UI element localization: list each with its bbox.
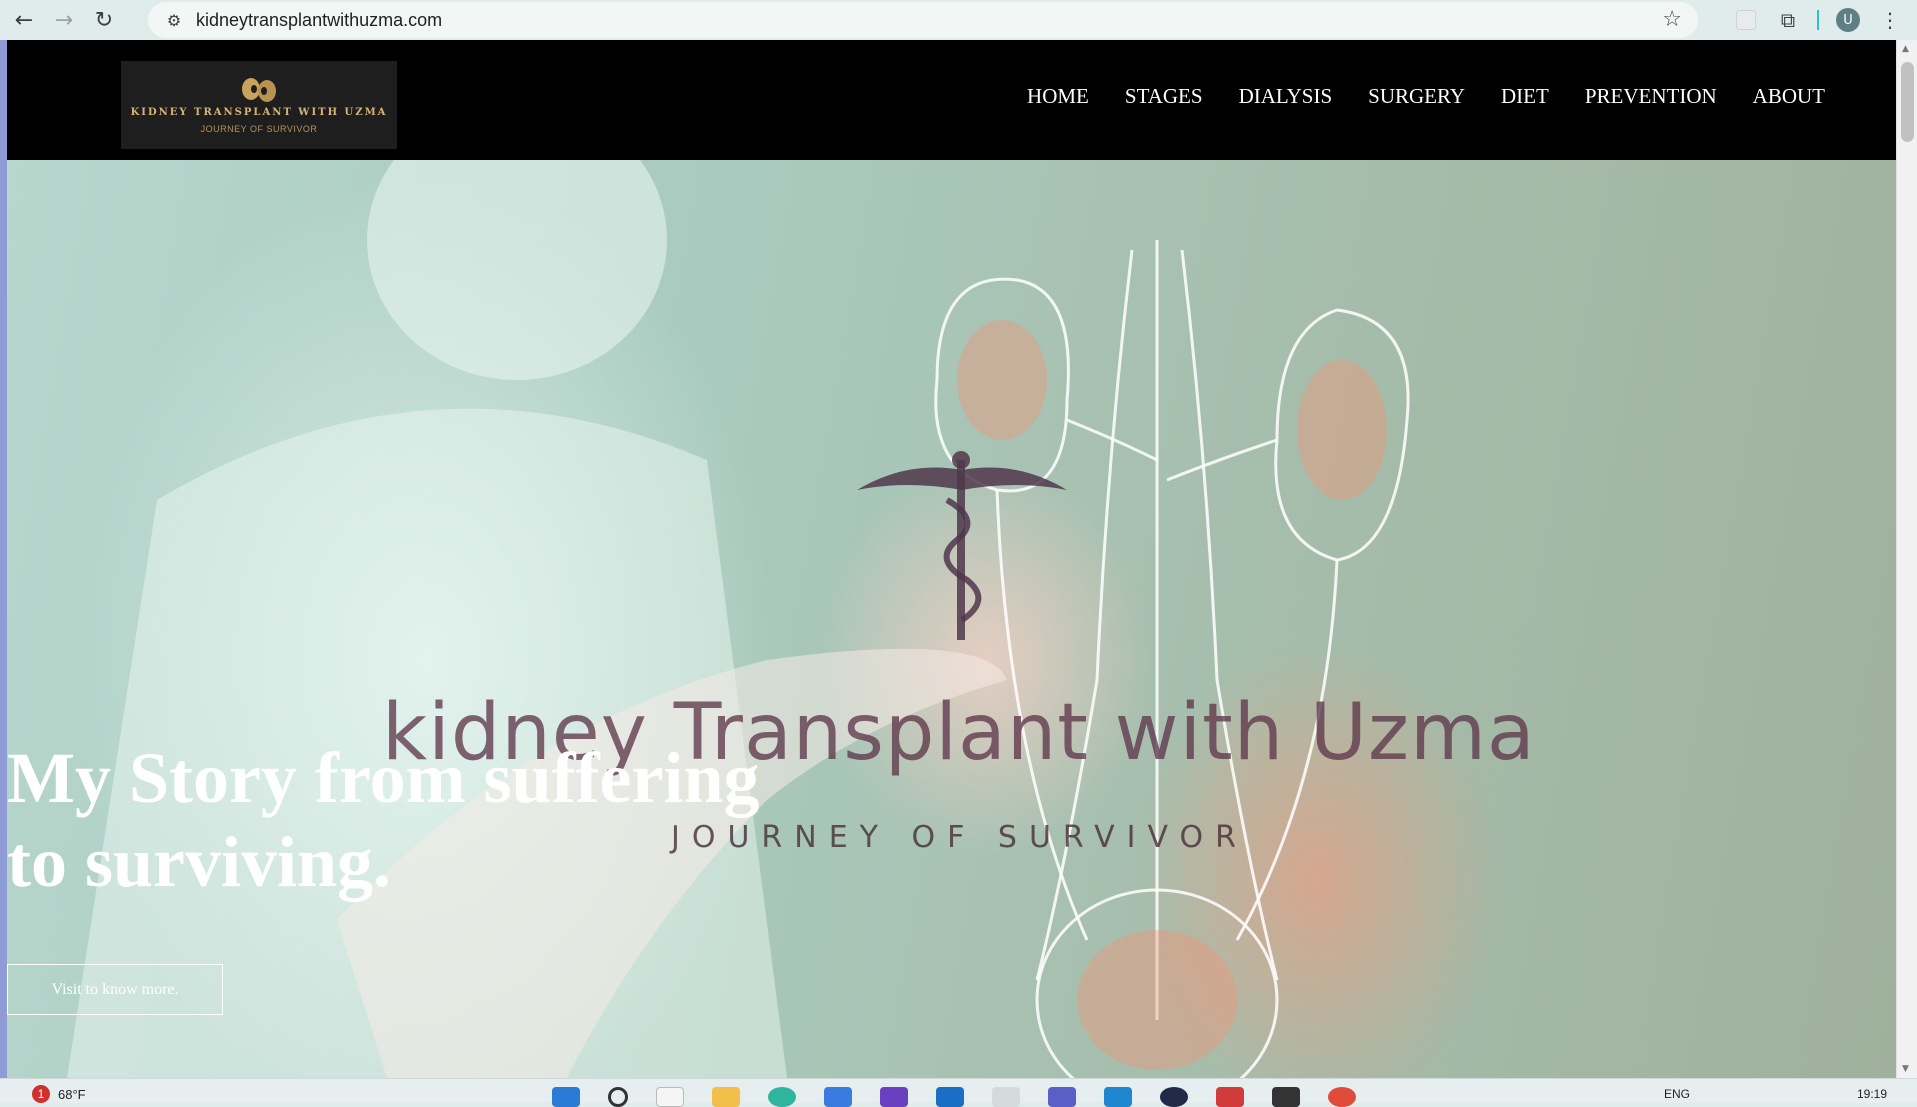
file-explorer-icon[interactable] xyxy=(712,1087,740,1107)
site-header: KIDNEY TRANSPLANT WITH UZMA JOURNEY OF S… xyxy=(7,40,1896,160)
scroll-thumb[interactable] xyxy=(1901,62,1914,142)
logo-subtitle: JOURNEY OF SURVIVOR xyxy=(200,123,318,134)
edge-browser-icon[interactable] xyxy=(768,1087,796,1107)
hero-banner: kidney Transplant with Uzma JOURNEY OF S… xyxy=(7,160,1896,1078)
windows-start-icon[interactable] xyxy=(552,1087,580,1107)
nav-dialysis[interactable]: DIALYSIS xyxy=(1239,84,1333,109)
puzzle-extensions-icon[interactable]: ⧉ xyxy=(1767,0,1809,40)
browser-toolbar: ← → ↻ ⚙ kidneytransplantwithuzma.com ☆ ⧉… xyxy=(0,0,1917,40)
os-taskbar: 1 68°F ENG 19:19 xyxy=(0,1078,1917,1107)
nav-diet[interactable]: DIET xyxy=(1501,84,1549,109)
hero-heading: My Story from suffering to surviving. xyxy=(7,736,807,904)
store-icon[interactable] xyxy=(824,1087,852,1107)
nav-surgery[interactable]: SURGERY xyxy=(1368,84,1465,109)
clock-time[interactable]: 19:19 xyxy=(1857,1087,1887,1101)
back-arrow-icon[interactable]: ← xyxy=(4,0,44,40)
vscode-icon[interactable] xyxy=(1104,1087,1132,1107)
chrome-icon[interactable] xyxy=(1328,1087,1356,1107)
more-menu-icon[interactable]: ⋮ xyxy=(1869,0,1911,40)
page-scrollbar[interactable]: ▲ ▼ xyxy=(1896,40,1917,1078)
taskbar-apps xyxy=(552,1087,1356,1107)
weather-temperature: 68°F xyxy=(58,1086,86,1102)
app-blue-icon[interactable] xyxy=(936,1087,964,1107)
nav-about[interactable]: ABOUT xyxy=(1753,84,1825,109)
address-bar[interactable]: ⚙ kidneytransplantwithuzma.com ☆ xyxy=(148,2,1698,38)
scroll-down-arrow-icon[interactable]: ▼ xyxy=(1902,1064,1909,1074)
language-indicator[interactable]: ENG xyxy=(1664,1087,1690,1101)
search-icon[interactable] xyxy=(608,1087,628,1107)
nav-stages[interactable]: STAGES xyxy=(1125,84,1203,109)
page-viewport: KIDNEY TRANSPLANT WITH UZMA JOURNEY OF S… xyxy=(0,40,1917,1078)
toolbar-divider xyxy=(1817,10,1819,30)
left-edge-strip xyxy=(0,40,7,1078)
nav-home[interactable]: HOME xyxy=(1027,84,1089,109)
app-black-icon[interactable] xyxy=(1272,1087,1300,1107)
extension-icon[interactable] xyxy=(1725,0,1767,40)
profile-avatar[interactable]: U xyxy=(1827,0,1869,40)
weather-alert-badge: 1 xyxy=(32,1085,50,1103)
caduceus-symbol xyxy=(857,451,1067,640)
weather-widget[interactable]: 1 68°F xyxy=(32,1085,86,1103)
doctor-head xyxy=(367,160,667,380)
task-view-icon[interactable] xyxy=(656,1087,684,1107)
logo-title: KIDNEY TRANSPLANT WITH UZMA xyxy=(130,106,388,118)
app-purple-icon[interactable] xyxy=(880,1087,908,1107)
kidney-logo-icon xyxy=(242,77,276,102)
bookmark-star-icon[interactable]: ☆ xyxy=(1662,7,1682,32)
url-text[interactable]: kidneytransplantwithuzma.com xyxy=(196,10,442,31)
teams-icon[interactable] xyxy=(1048,1087,1076,1107)
main-navigation: HOME STAGES DIALYSIS SURGERY DIET PREVEN… xyxy=(1027,84,1825,109)
app-red-icon[interactable] xyxy=(1216,1087,1244,1107)
nav-prevention[interactable]: PREVENTION xyxy=(1585,84,1717,109)
hero-heading-line-1: My Story from suffering xyxy=(7,738,760,818)
app-gray-icon[interactable] xyxy=(992,1087,1020,1107)
hero-heading-line-2: to surviving. xyxy=(7,822,392,902)
reload-icon[interactable]: ↻ xyxy=(84,0,124,40)
app-dark-icon[interactable] xyxy=(1160,1087,1188,1107)
site-logo[interactable]: KIDNEY TRANSPLANT WITH UZMA JOURNEY OF S… xyxy=(121,61,397,149)
hero-background-illustration xyxy=(67,160,1410,1078)
scroll-up-arrow-icon[interactable]: ▲ xyxy=(1902,44,1909,54)
visit-know-more-button[interactable]: Visit to know more. xyxy=(7,964,223,1015)
site-info-icon[interactable]: ⚙ xyxy=(154,11,194,30)
forward-arrow-icon[interactable]: → xyxy=(44,0,84,40)
